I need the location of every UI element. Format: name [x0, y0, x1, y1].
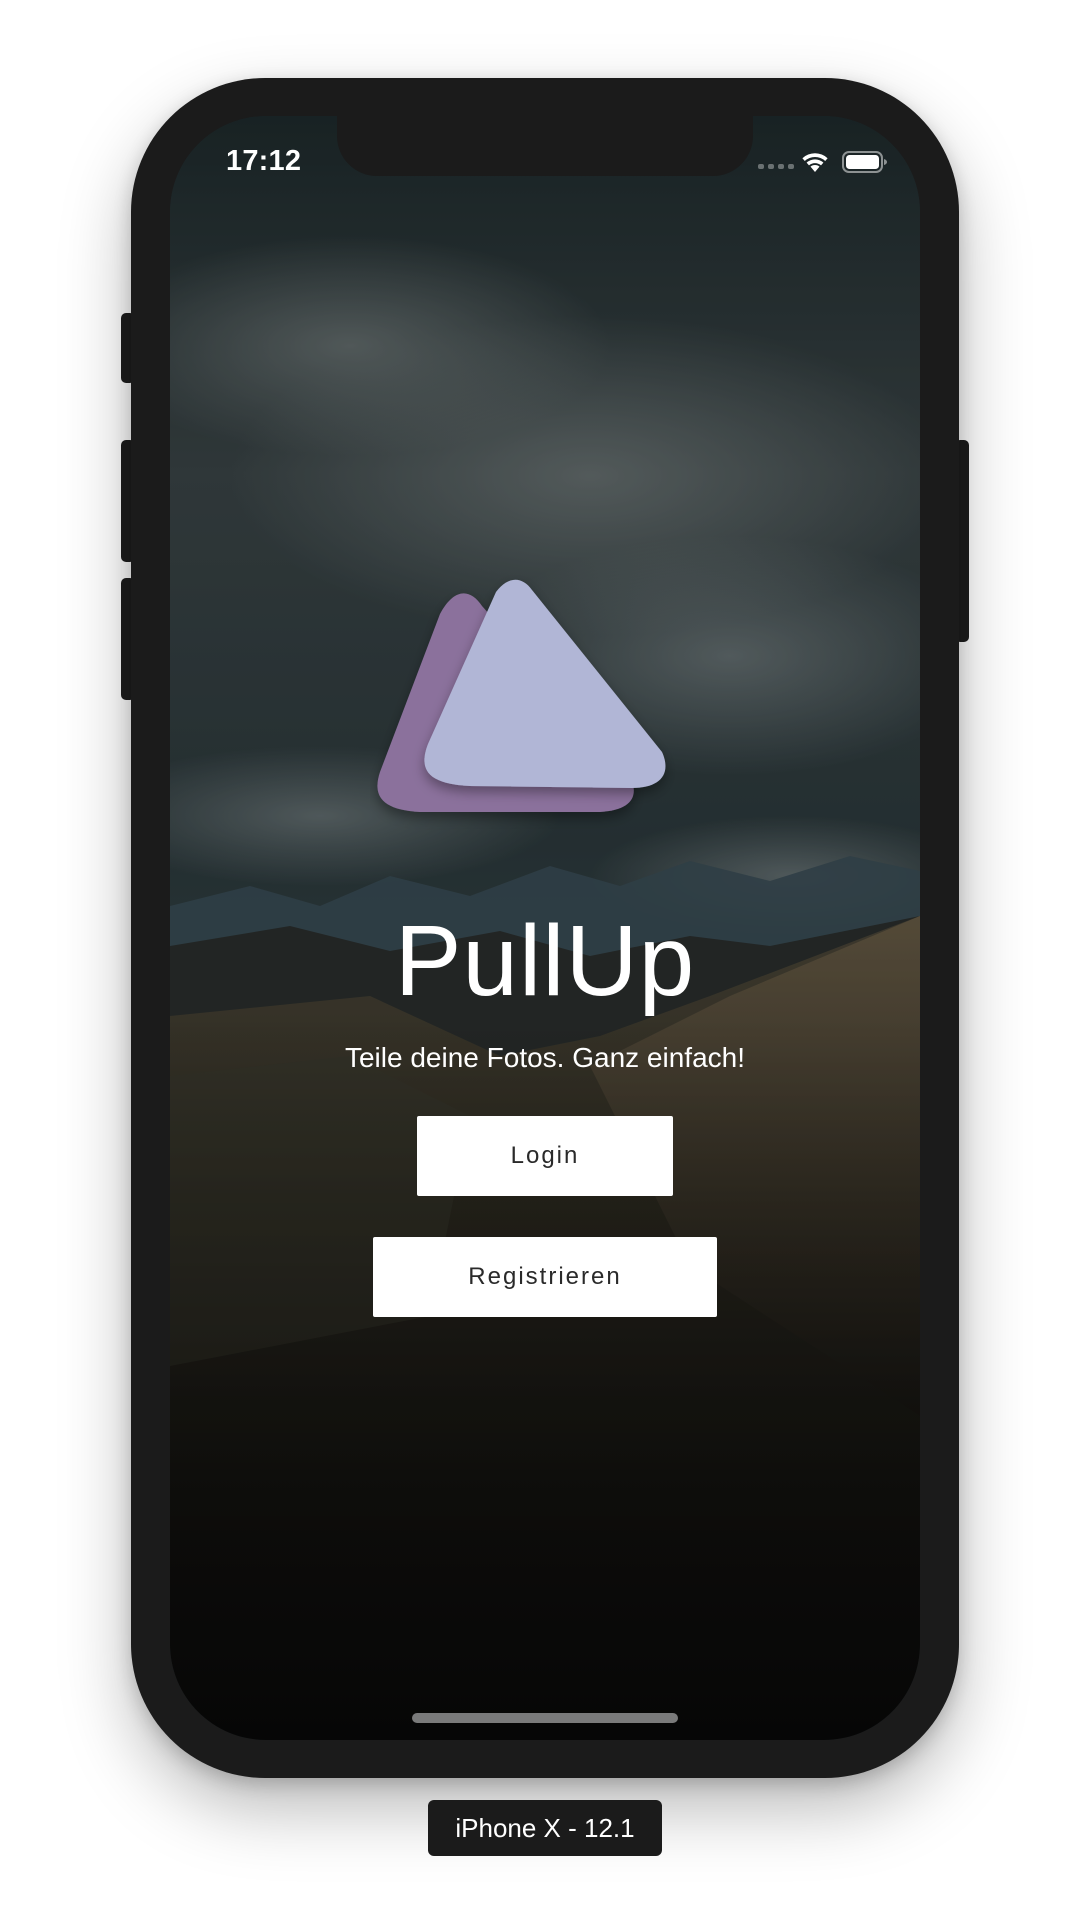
- login-button[interactable]: Login: [417, 1116, 673, 1196]
- wifi-icon: [802, 153, 828, 172]
- pullup-logo: [377, 579, 666, 812]
- app-title: PullUp: [394, 905, 696, 1017]
- app-screen: 17:12 PullUp Teile deine Fotos. Ganz ein…: [170, 116, 920, 1740]
- status-time: 17:12: [226, 145, 302, 177]
- simulator-stage: 17:12 PullUp Teile deine Fotos. Ganz ein…: [0, 0, 1090, 1928]
- home-indicator[interactable]: [412, 1713, 678, 1723]
- app-tagline: Teile deine Fotos. Ganz einfach!: [344, 1042, 745, 1073]
- register-button[interactable]: Registrieren: [373, 1237, 717, 1317]
- device-label: iPhone X - 12.1: [428, 1800, 662, 1856]
- battery-icon: [842, 151, 887, 173]
- notch: [337, 116, 753, 176]
- cellular-signal-icon: [758, 164, 794, 169]
